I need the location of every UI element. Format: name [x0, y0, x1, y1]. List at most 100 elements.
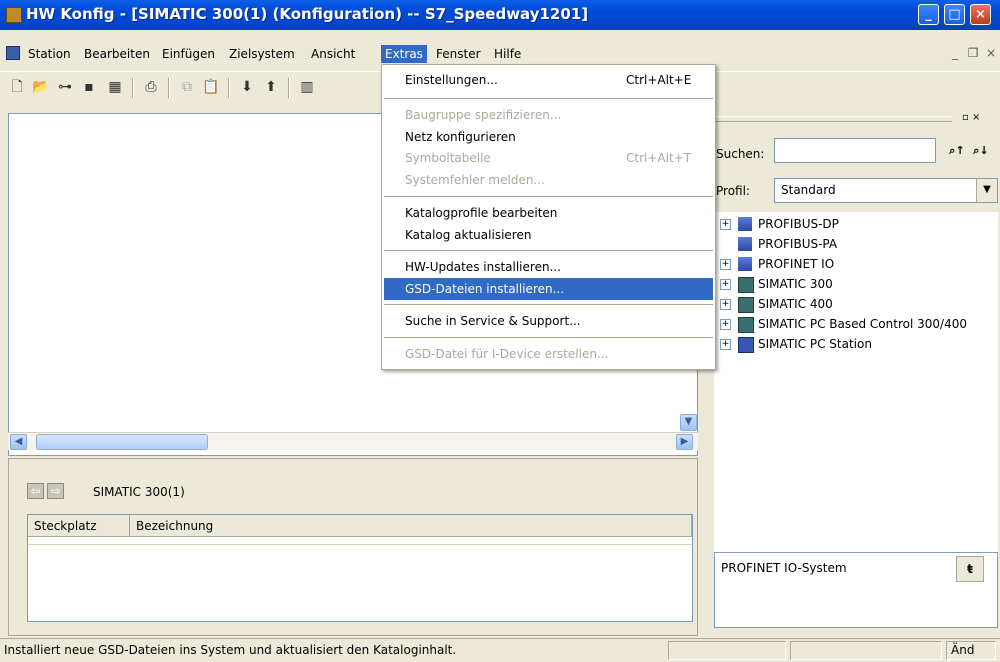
slot-table[interactable]: Steckplatz Bezeichnung: [27, 514, 693, 622]
profile-label: Profil:: [716, 184, 750, 198]
expand-icon[interactable]: +: [720, 259, 731, 270]
menu-item-hw-updates-installieren[interactable]: HW-Updates installieren...: [384, 256, 713, 278]
expand-icon[interactable]: +: [720, 319, 731, 330]
menu-item-gsd-dateien-installieren[interactable]: GSD-Dateien installieren...: [384, 278, 713, 300]
status-panel: [668, 641, 786, 660]
network-icon: [738, 217, 752, 231]
menu-ansicht[interactable]: Ansicht: [307, 45, 359, 63]
compile-icon[interactable]: ▦: [106, 78, 124, 96]
menu-einfuegen[interactable]: Einfügen: [158, 45, 219, 63]
menu-item-label: GSD-Datei für I-Device erstellen...: [405, 347, 609, 361]
menu-separator: [384, 337, 713, 338]
pc-icon: [738, 337, 754, 353]
close-button[interactable]: ×: [970, 4, 991, 25]
status-text: Installiert neue GSD-Dateien ins System …: [4, 643, 457, 657]
menu-bearbeiten[interactable]: Bearbeiten: [80, 45, 154, 63]
document-window-icon[interactable]: [6, 46, 20, 60]
upload-icon[interactable]: ⬆: [262, 78, 280, 96]
info-toggle-button[interactable]: ŧ: [956, 556, 984, 582]
scroll-right-arrow[interactable]: ▶: [676, 434, 693, 450]
menu-item-katalogprofile-bearbeiten[interactable]: Katalogprofile bearbeiten: [384, 202, 713, 224]
new-icon[interactable]: 🗋: [8, 78, 26, 96]
menu-hilfe[interactable]: Hilfe: [490, 45, 525, 63]
menu-item-label: Suche in Service & Support...: [405, 314, 581, 328]
minimize-button[interactable]: _: [918, 4, 939, 25]
expand-icon[interactable]: +: [720, 339, 731, 350]
menu-station[interactable]: Station: [24, 45, 75, 63]
title-bar: HW Konfig - [SIMATIC 300(1) (Konfigurati…: [0, 0, 1000, 30]
search-input[interactable]: [774, 138, 936, 163]
rack-icon: [738, 277, 754, 293]
catalog-window-controls[interactable]: ▫ ×: [962, 112, 992, 126]
menu-item-netz-konfigurieren[interactable]: Netz konfigurieren: [384, 126, 713, 148]
search-up-icon[interactable]: ⌕↑: [946, 142, 968, 160]
menu-separator: [384, 304, 713, 305]
status-panel: [790, 641, 942, 660]
window-title: HW Konfig - [SIMATIC 300(1) (Konfigurati…: [26, 5, 589, 23]
edit-mode-indicator: Änd: [946, 641, 996, 660]
menu-item-suche-service-support[interactable]: Suche in Service & Support...: [384, 310, 713, 332]
menu-item-shortcut: Ctrl+Alt+E: [626, 73, 692, 87]
catalog-grip[interactable]: [714, 116, 952, 122]
expand-icon[interactable]: +: [720, 219, 731, 230]
hw-config-app-icon: [6, 7, 22, 23]
tree-item-label: SIMATIC PC Based Control 300/400: [758, 317, 967, 331]
network-icon: [738, 257, 752, 271]
scroll-left-arrow[interactable]: ◀: [10, 434, 27, 450]
maximize-button[interactable]: □: [944, 4, 965, 25]
download-icon[interactable]: ⬇: [238, 78, 256, 96]
toolbar-separator: [228, 78, 230, 98]
search-down-icon[interactable]: ⌕↓: [970, 142, 992, 160]
toolbar-separator: [288, 78, 290, 98]
toolbar-separator: [168, 78, 170, 98]
toolbar-separator: [132, 78, 134, 98]
doc-close-icon[interactable]: ×: [984, 46, 998, 60]
menu-item-baugruppe-spezifizieren: Baugruppe spezifizieren...: [384, 104, 713, 126]
tree-item-label: PROFINET IO: [758, 257, 835, 271]
horizontal-scrollbar[interactable]: ◀ ▶: [8, 432, 698, 450]
table-row[interactable]: [28, 537, 692, 545]
detail-pane: ⇦ ⇨ SIMATIC 300(1) Steckplatz Bezeichnun…: [8, 458, 698, 636]
nav-forward-icon[interactable]: ⇨: [47, 483, 64, 499]
menu-item-systemfehler-melden: Systemfehler melden...: [384, 169, 713, 191]
menu-item-shortcut: Ctrl+Alt+T: [626, 151, 692, 165]
doc-minimize-icon[interactable]: _: [948, 46, 962, 60]
column-header-steckplatz[interactable]: Steckplatz: [28, 515, 130, 537]
network-icon[interactable]: ⊶: [56, 78, 74, 96]
rack-icon: [738, 317, 754, 333]
menu-zielsystem[interactable]: Zielsystem: [225, 45, 299, 63]
module-info-icon[interactable]: ▥: [298, 78, 316, 96]
tree-item-label: SIMATIC 300: [758, 277, 833, 291]
expand-icon[interactable]: +: [720, 299, 731, 310]
tree-item-label: SIMATIC PC Station: [758, 337, 872, 351]
copy-icon[interactable]: ⧉: [178, 78, 196, 96]
paste-icon[interactable]: 📋: [202, 78, 220, 96]
chevron-down-icon[interactable]: ▼: [976, 179, 997, 202]
menu-item-label: Systemfehler melden...: [405, 173, 545, 187]
profile-value: Standard: [781, 183, 836, 197]
menu-item-gsd-datei-i-device: GSD-Datei für I-Device erstellen...: [384, 343, 713, 365]
tree-item-label: PROFIBUS-DP: [758, 217, 839, 231]
extras-dropdown-menu: Einstellungen... Ctrl+Alt+E Baugruppe sp…: [381, 64, 716, 370]
save-icon[interactable]: ▪: [80, 78, 98, 96]
doc-restore-icon[interactable]: ❐: [966, 46, 980, 60]
scroll-thumb[interactable]: [36, 434, 208, 450]
tree-item-label: PROFIBUS-PA: [758, 237, 838, 251]
menu-item-label: GSD-Dateien installieren...: [405, 282, 565, 296]
profile-select[interactable]: Standard ▼: [774, 178, 998, 203]
menu-extras[interactable]: Extras: [381, 45, 427, 63]
print-icon[interactable]: ⎙: [142, 78, 160, 96]
nav-back-icon[interactable]: ⇦: [27, 483, 44, 499]
scroll-down-arrow[interactable]: ▼: [680, 414, 697, 431]
expand-icon[interactable]: +: [720, 279, 731, 290]
status-bar: Installiert neue GSD-Dateien ins System …: [0, 638, 1000, 662]
menu-item-label: Symboltabelle: [405, 151, 491, 165]
column-header-bezeichnung[interactable]: Bezeichnung: [130, 515, 692, 537]
search-label: Suchen:: [716, 147, 765, 161]
menu-item-label: Baugruppe spezifizieren...: [405, 108, 562, 122]
menu-item-katalog-aktualisieren[interactable]: Katalog aktualisieren: [384, 224, 713, 246]
menu-item-label: Katalogprofile bearbeiten: [405, 206, 558, 220]
menu-fenster[interactable]: Fenster: [432, 45, 485, 63]
menu-item-einstellungen[interactable]: Einstellungen... Ctrl+Alt+E: [384, 69, 713, 91]
open-icon[interactable]: 📂: [32, 78, 50, 96]
